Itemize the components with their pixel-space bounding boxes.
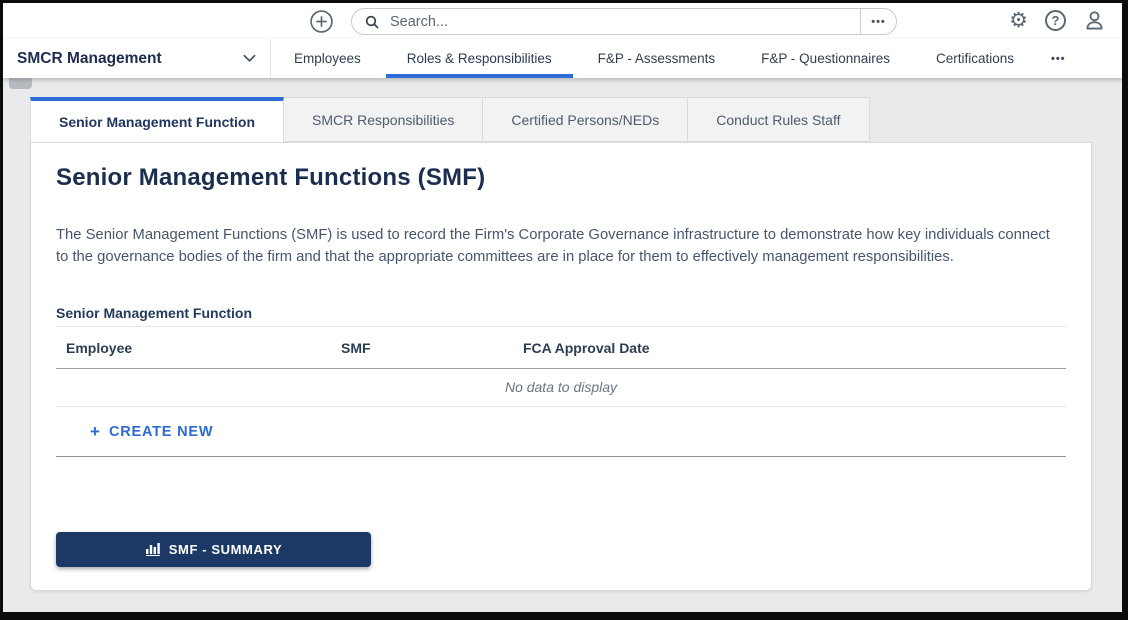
table-header-row: Employee SMF FCA Approval Date — [56, 327, 1066, 369]
page-title: Senior Management Functions (SMF) — [56, 143, 1066, 192]
create-new-button[interactable]: + CREATE NEW — [90, 422, 213, 442]
tab-certified-persons-neds[interactable]: Certified Persons/NEDs — [483, 97, 688, 142]
search-input[interactable] — [388, 10, 860, 33]
tab-conduct-rules-staff[interactable]: Conduct Rules Staff — [688, 97, 869, 142]
settings-button[interactable]: ⚙ — [1009, 10, 1028, 31]
nav-item-employees[interactable]: Employees — [271, 39, 384, 78]
app-switcher[interactable]: SMCR Management — [3, 39, 271, 78]
nav-item-fp-questionnaires[interactable]: F&P - Questionnaires — [738, 39, 913, 78]
topbar-right-group: ⚙ ? — [1009, 9, 1106, 32]
smf-panel: Senior Management Functions (SMF) The Se… — [30, 142, 1092, 591]
tab-senior-management-function[interactable]: Senior Management Function — [30, 97, 284, 142]
top-utility-bar: ••• ⚙ ? — [3, 3, 1122, 39]
create-new-label: CREATE NEW — [109, 424, 213, 440]
global-search: ••• — [351, 8, 897, 35]
nav-item-certifications[interactable]: Certifications — [913, 39, 1037, 78]
content-area: Senior Management Function SMCR Responsi… — [3, 78, 1122, 591]
smf-table: Employee SMF FCA Approval Date No data t… — [56, 326, 1066, 457]
table-empty-state: No data to display — [56, 369, 1066, 407]
nav-menu: Employees Roles & Responsibilities F&P -… — [271, 39, 1080, 78]
gear-icon: ⚙ — [1009, 10, 1028, 31]
nav-item-roles-responsibilities[interactable]: Roles & Responsibilities — [384, 39, 575, 78]
add-button[interactable] — [309, 9, 334, 34]
search-options-button[interactable]: ••• — [860, 9, 896, 34]
user-icon — [1083, 9, 1106, 32]
page-description: The Senior Management Functions (SMF) is… — [56, 225, 1066, 269]
help-button[interactable]: ? — [1045, 10, 1066, 31]
plus-circle-icon — [309, 9, 334, 34]
nav-overflow-button[interactable]: ••• — [1037, 39, 1080, 78]
table-footer-row: + CREATE NEW — [56, 407, 1066, 457]
table-section-label: Senior Management Function — [56, 305, 1066, 321]
help-icon: ? — [1045, 10, 1066, 31]
column-header-smf: SMF — [341, 340, 523, 356]
topbar-center-group: ••• — [309, 8, 897, 35]
plus-icon: + — [90, 422, 100, 442]
app-window: ••• ⚙ ? SMCR Management — [0, 0, 1128, 620]
app-title: SMCR Management — [17, 50, 162, 68]
app-navbar: SMCR Management Employees Roles & Respon… — [3, 39, 1122, 78]
chevron-down-icon — [243, 54, 256, 63]
smf-summary-button[interactable]: SMF - SUMMARY — [56, 532, 371, 567]
bar-chart-icon — [145, 542, 161, 556]
user-profile-button[interactable] — [1083, 9, 1106, 32]
column-header-fca-approval-date: FCA Approval Date — [523, 340, 1056, 356]
smf-summary-label: SMF - SUMMARY — [169, 542, 282, 557]
column-header-employee: Employee — [66, 340, 341, 356]
nav-item-fp-assessments[interactable]: F&P - Assessments — [575, 39, 739, 78]
tab-smcr-responsibilities[interactable]: SMCR Responsibilities — [284, 97, 483, 142]
search-icon — [364, 14, 380, 30]
section-tabs: Senior Management Function SMCR Responsi… — [30, 97, 1122, 142]
